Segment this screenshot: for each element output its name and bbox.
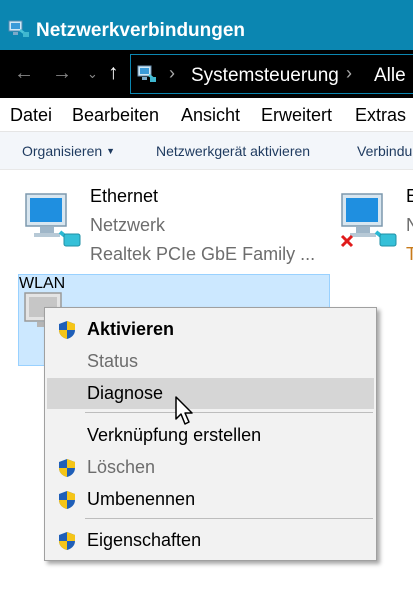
context-menu: Aktivieren Status Diagnose Verknüpfung e… xyxy=(44,307,377,561)
network-adapter-disconnected-icon xyxy=(340,193,397,248)
network-connections-icon xyxy=(8,20,29,37)
window-title: Netzwerkverbindungen xyxy=(36,20,246,41)
activate-device-button[interactable]: Netzwerkgerät aktivieren xyxy=(156,143,310,159)
command-bar: Organisieren ▼ Netzwerkgerät aktivieren V… xyxy=(0,132,413,170)
connection-status: Netzwerk xyxy=(90,215,166,235)
title-bar: Netzwerkverbindungen xyxy=(0,0,413,50)
menu-bar: Datei Bearbeiten Ansicht Erweitert Extra… xyxy=(0,98,413,132)
uac-shield-icon xyxy=(59,532,75,550)
forward-icon[interactable]: → xyxy=(52,62,72,85)
connection-adapter: T xyxy=(406,244,413,264)
control-panel-icon xyxy=(137,65,156,82)
breadcrumb-alle[interactable]: Alle xyxy=(374,65,406,87)
uac-shield-icon xyxy=(59,491,75,509)
menu-item-diagnose[interactable]: Diagnose xyxy=(47,378,374,409)
up-icon[interactable]: ↑ xyxy=(108,61,119,85)
menu-item-umbenennen[interactable]: Umbenennen xyxy=(47,484,374,515)
menu-separator xyxy=(85,412,373,413)
menu-item-aktivieren[interactable]: Aktivieren xyxy=(47,314,374,345)
connection-adapter: Realtek PCIe GbE Family ... xyxy=(90,244,316,264)
connect-button[interactable]: Verbindu xyxy=(357,143,412,159)
menu-item-loeschen[interactable]: Löschen xyxy=(47,452,374,483)
menu-item-label: Diagnose xyxy=(87,383,164,403)
address-bar: ← → ⌄ ↑ › Systemsteuerung › Alle xyxy=(0,50,413,98)
menu-extras[interactable]: Extras xyxy=(355,105,406,126)
recent-locations-chevron-down-icon[interactable]: ⌄ xyxy=(87,66,98,82)
mouse-pointer-icon xyxy=(175,396,193,425)
breadcrumb-separator-icon: › xyxy=(346,63,352,83)
ethernet-adapter-icon xyxy=(25,193,81,247)
connection-item-ethernet[interactable]: Ethernet Netzwerk Realtek PCIe GbE Famil… xyxy=(18,180,338,268)
menu-datei[interactable]: Datei xyxy=(10,105,52,126)
back-icon[interactable]: ← xyxy=(14,62,34,85)
breadcrumb-separator-icon: › xyxy=(169,63,175,83)
connection-item-2[interactable]: E N T xyxy=(338,180,413,268)
breadcrumb-systemsteuerung[interactable]: Systemsteuerung xyxy=(191,65,339,87)
menu-erweitert[interactable]: Erweitert xyxy=(261,105,332,126)
menu-item-eigenschaften[interactable]: Eigenschaften xyxy=(47,525,374,556)
menu-item-label: Eigenschaften xyxy=(87,530,202,550)
menu-ansicht[interactable]: Ansicht xyxy=(181,105,240,126)
breadcrumb[interactable]: › Systemsteuerung › Alle xyxy=(130,54,413,94)
menu-item-status[interactable]: Status xyxy=(47,346,374,377)
connection-status: N xyxy=(406,215,413,235)
uac-shield-icon xyxy=(59,321,75,339)
connection-name: E xyxy=(406,186,413,206)
organize-label: Organisieren xyxy=(22,143,103,159)
organize-button[interactable]: Organisieren ▼ xyxy=(22,143,115,159)
connection-name: Ethernet xyxy=(90,186,159,206)
uac-shield-icon xyxy=(59,459,75,477)
menu-item-verknuepfung-erstellen[interactable]: Verknüpfung erstellen xyxy=(47,420,374,451)
menu-item-label: Löschen xyxy=(87,457,156,477)
chevron-down-icon: ▼ xyxy=(106,146,116,156)
menu-item-label: Aktivieren xyxy=(87,319,175,339)
menu-item-label: Umbenennen xyxy=(87,489,196,509)
menu-separator xyxy=(85,518,373,519)
menu-item-label: Status xyxy=(87,351,139,371)
menu-bearbeiten[interactable]: Bearbeiten xyxy=(72,105,159,126)
menu-item-label: Verknüpfung erstellen xyxy=(87,425,262,445)
